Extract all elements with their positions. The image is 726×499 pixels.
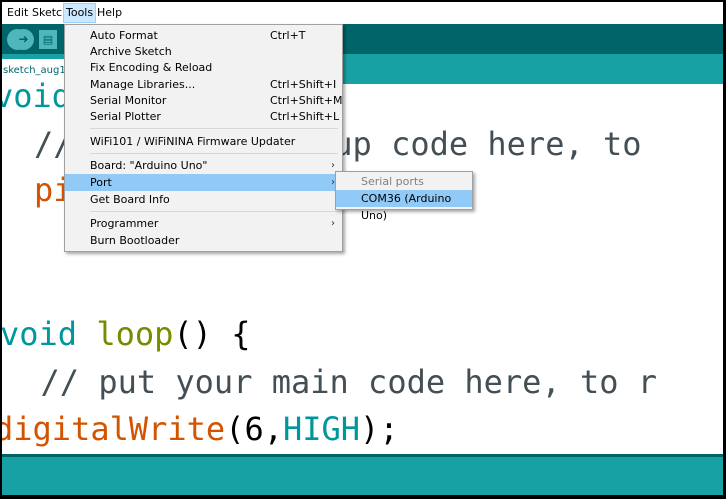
- code-keyword: void: [2, 77, 72, 115]
- code-comment: // put your main code here, to r: [2, 363, 658, 401]
- submenu-item-label: COM36 (Arduino Uno): [361, 192, 452, 222]
- upload-icon[interactable]: ➜: [13, 29, 34, 50]
- menu-separator: [90, 128, 338, 129]
- menu-bar: Edit Sketch Tools Help: [2, 2, 723, 24]
- menu-item-shortcut: Ctrl+Shift+I: [270, 78, 337, 91]
- menu-item-firmware-updater[interactable]: WiFi101 / WiFiNINA Firmware Updater: [65, 133, 342, 150]
- menu-item-board[interactable]: Board: "Arduino Uno" ›: [65, 157, 342, 174]
- submenu-item-com36[interactable]: COM36 (Arduino Uno): [336, 190, 472, 222]
- code-punct: (6,: [225, 410, 283, 448]
- menu-item-label: Auto Format: [90, 29, 158, 42]
- menu-item-shortcut: Ctrl+T: [270, 29, 306, 42]
- code-constant: HIGH: [282, 410, 361, 448]
- arduino-ide-window: Edit Sketch Tools Help ✓ ➜ ▤ sketch_aug1…: [2, 2, 723, 495]
- menu-item-label: Serial Monitor: [90, 94, 167, 107]
- submenu-header-serial-ports: Serial ports: [336, 173, 472, 190]
- menu-item-label: Archive Sketch: [90, 45, 172, 58]
- menu-edit[interactable]: Edit: [5, 4, 30, 22]
- menu-item-shortcut: Ctrl+Shift+L: [270, 110, 340, 123]
- footer-divider: [2, 454, 723, 457]
- menu-separator: [90, 211, 338, 212]
- menu-item-serial-plotter[interactable]: Serial Plotter Ctrl+Shift+L: [65, 108, 342, 125]
- code-function-name: loop: [96, 315, 174, 353]
- menu-item-manage-libraries[interactable]: Manage Libraries... Ctrl+Shift+I: [65, 76, 342, 93]
- code-punct: () {: [173, 315, 251, 353]
- submenu-header-label: Serial ports: [361, 175, 424, 188]
- menu-item-auto-format[interactable]: Auto Format Ctrl+T: [65, 27, 342, 44]
- menu-item-label: Port: [90, 176, 112, 189]
- code-line: void: [2, 76, 71, 116]
- menu-item-label: Board: "Arduino Uno": [90, 159, 208, 172]
- code-line: void loop() {: [2, 314, 250, 354]
- code-line: digitalWrite(6,HIGH);: [2, 409, 399, 449]
- code-function: digitalWrite: [2, 410, 226, 448]
- code-comment: tup code here, to: [314, 125, 642, 163]
- menu-item-label: WiFi101 / WiFiNINA Firmware Updater: [90, 135, 296, 148]
- menu-help[interactable]: Help: [95, 4, 124, 22]
- status-footer: [2, 454, 723, 495]
- menu-item-burn-bootloader[interactable]: Burn Bootloader: [65, 232, 342, 249]
- menu-item-fix-encoding[interactable]: Fix Encoding & Reload: [65, 59, 342, 76]
- port-submenu: Serial ports COM36 (Arduino Uno): [335, 171, 473, 222]
- menu-item-archive-sketch[interactable]: Archive Sketch: [65, 43, 342, 60]
- new-sketch-icon[interactable]: ▤: [39, 30, 57, 49]
- menu-item-label: Fix Encoding & Reload: [90, 61, 213, 74]
- code-keyword: void: [2, 315, 78, 353]
- code-punct: );: [360, 410, 399, 448]
- menu-item-programmer[interactable]: Programmer ›: [65, 215, 342, 232]
- menu-item-label: Serial Plotter: [90, 110, 161, 123]
- menu-separator: [90, 153, 338, 154]
- menu-item-port[interactable]: Port ›: [65, 174, 342, 191]
- menu-item-get-board-info[interactable]: Get Board Info: [65, 191, 342, 208]
- menu-tools[interactable]: Tools: [63, 3, 97, 23]
- menu-item-label: Burn Bootloader: [90, 234, 180, 247]
- code-line: // put your main code here, to r: [2, 362, 658, 402]
- tools-dropdown-menu: Auto Format Ctrl+T Archive Sketch Fix Enc…: [64, 24, 343, 252]
- menu-item-label: Manage Libraries...: [90, 78, 196, 91]
- menu-item-label: Programmer: [90, 217, 159, 230]
- menu-item-label: Get Board Info: [90, 193, 170, 206]
- menu-item-serial-monitor[interactable]: Serial Monitor Ctrl+Shift+M: [65, 92, 343, 109]
- chevron-right-icon: ›: [331, 218, 335, 229]
- menu-item-shortcut: Ctrl+Shift+M: [270, 94, 343, 107]
